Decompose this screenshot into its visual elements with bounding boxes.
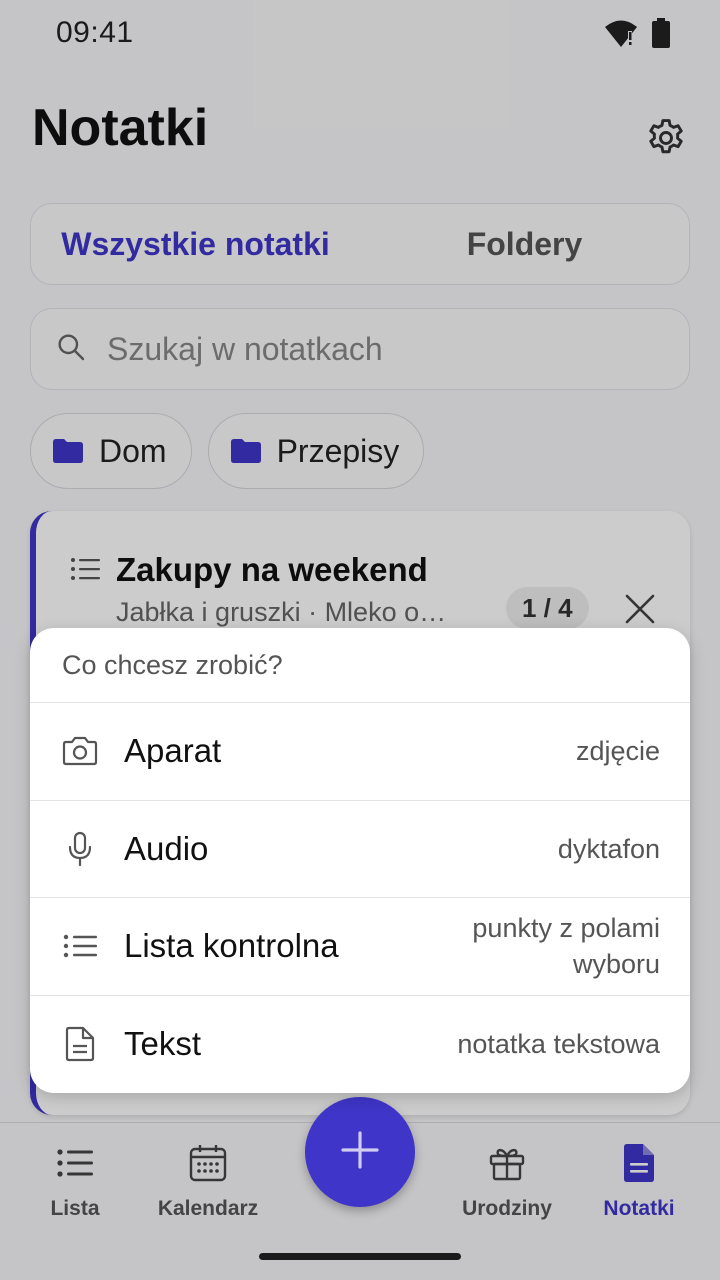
menu-header: Co chcesz zrobić? — [30, 628, 690, 703]
menu-item-description: punkty z polami wyboru — [472, 913, 660, 980]
microphone-icon — [62, 831, 98, 867]
screen: 09:41 Notatki Wszystkie notatki Foldery — [0, 0, 720, 1280]
camera-icon — [62, 733, 98, 769]
checklist-icon — [62, 928, 98, 964]
menu-item-text[interactable]: Tekst notatka tekstowa — [30, 996, 690, 1094]
menu-item-camera[interactable]: Aparat zdjęcie — [30, 703, 690, 801]
document-icon — [62, 1026, 98, 1062]
create-note-menu: Co chcesz zrobić? Aparat zdjęcie Audio d… — [30, 628, 690, 1093]
add-note-button[interactable] — [305, 1097, 415, 1207]
menu-item-description: dyktafon — [557, 833, 660, 864]
menu-item-label: Aparat — [124, 732, 222, 770]
menu-item-label: Tekst — [124, 1025, 202, 1063]
menu-item-label: Lista kontrolna — [124, 927, 339, 965]
menu-item-description: notatka tekstowa — [457, 1029, 660, 1060]
menu-item-description: zdjęcie — [575, 736, 660, 767]
plus-icon — [340, 1130, 380, 1175]
menu-item-checklist[interactable]: Lista kontrolna punkty z polami wyboru — [30, 898, 690, 996]
menu-item-audio[interactable]: Audio dyktafon — [30, 801, 690, 898]
menu-item-label: Audio — [124, 829, 209, 867]
